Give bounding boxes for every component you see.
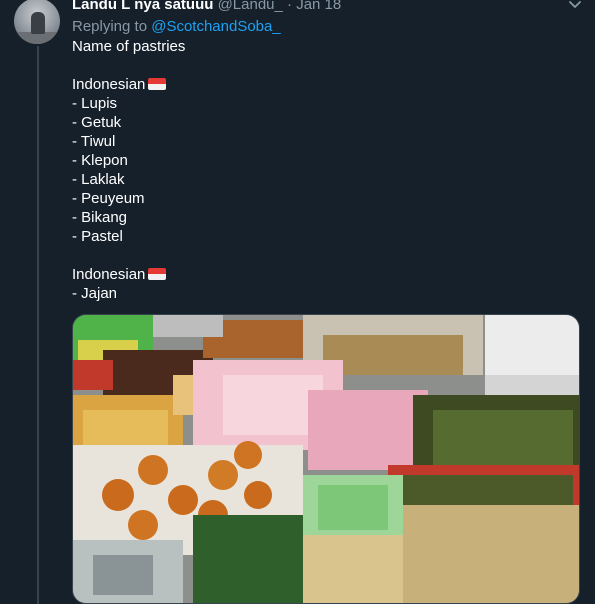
thread-connector-line (37, 46, 39, 604)
tweet-date[interactable]: Jan 18 (296, 0, 341, 13)
tweet-header: Landu L nya satuuu @Landu_ · Jan 18 (72, 0, 341, 15)
replying-prefix: Replying to (72, 18, 148, 35)
tweet-line-text: - Getuk (72, 114, 122, 131)
tweet-line-text: - Klepon (72, 152, 128, 169)
tweet-photo[interactable] (72, 314, 580, 604)
display-name[interactable]: Landu L nya satuuu (72, 0, 213, 13)
tweet-line: - Peuyeum (72, 189, 572, 208)
avatar[interactable] (14, 0, 60, 44)
tweet-line: - Tiwul (72, 132, 572, 151)
tweet-line-text: - Laklak (72, 171, 125, 188)
indonesia-flag-icon (148, 78, 167, 90)
tweet-line: Indonesian (72, 75, 572, 94)
tweet-line-text: - Tiwul (72, 133, 116, 150)
tweet-line-text: - Jajan (72, 285, 118, 302)
tweet-line-text: Name of pastries (72, 38, 186, 55)
tweet-line-text: - Bikang (72, 209, 128, 226)
tweet-line: - Lupis (72, 94, 572, 113)
tweet-line: Indonesian (72, 265, 572, 284)
tweet-line (72, 56, 572, 75)
tweet-line-text: - Lupis (72, 95, 118, 112)
tweet-line-text: Indonesian (72, 76, 146, 93)
avatar-figure (31, 12, 45, 34)
tweet-line-text: Indonesian (72, 266, 146, 283)
tweet-line (72, 246, 572, 265)
tweet-line: - Klepon (72, 151, 572, 170)
reply-mention-link[interactable]: @ScotchandSoba_ (151, 18, 281, 35)
user-handle[interactable]: @Landu_ (218, 0, 283, 13)
chevron-down-icon[interactable] (566, 0, 584, 14)
tweet-line: Name of pastries (72, 37, 572, 56)
tweet-line-text: - Pastel (72, 228, 123, 245)
tweet-line: - Bikang (72, 208, 572, 227)
replying-to: Replying to @ScotchandSoba_ (72, 17, 281, 37)
tweet-line: - Jajan (72, 284, 572, 303)
tweet-line: - Getuk (72, 113, 572, 132)
indonesia-flag-icon (148, 268, 167, 280)
separator-dot: · (287, 0, 293, 13)
tweet-line-text: - Peuyeum (72, 190, 145, 207)
pastries-photo (73, 315, 579, 603)
tweet-text: Name of pastries Indonesian - Lupis - Getuk… (72, 37, 572, 303)
tweet-line: - Laklak (72, 170, 572, 189)
tweet-line: - Pastel (72, 227, 572, 246)
